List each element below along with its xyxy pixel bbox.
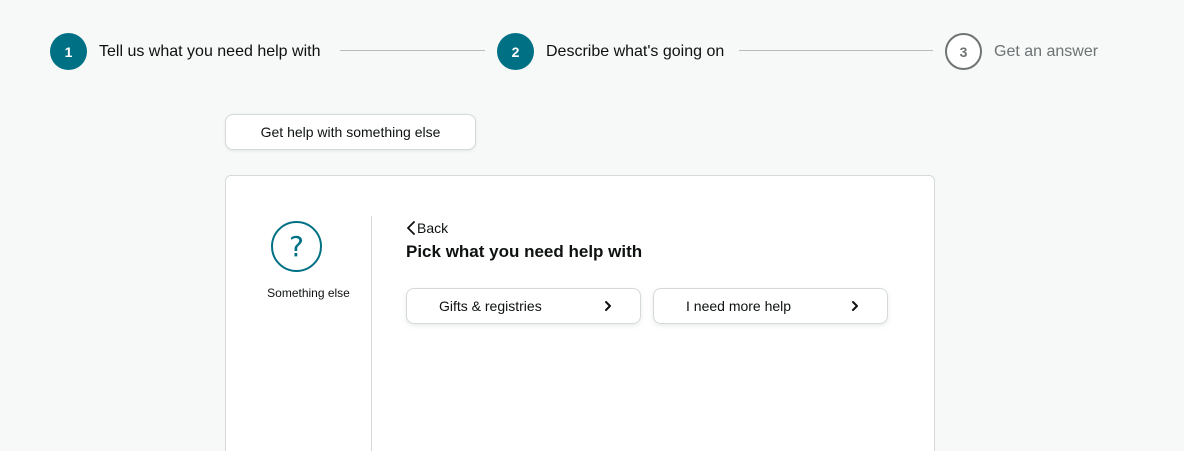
- step-3-number: 3: [945, 33, 982, 70]
- option-label: Gifts & registries: [439, 298, 542, 314]
- step-2: 2 Describe what's going on: [497, 33, 724, 70]
- question-mark-icon: ?: [271, 221, 322, 272]
- back-link[interactable]: Back: [406, 220, 448, 236]
- get-help-something-else-button[interactable]: Get help with something else: [225, 114, 476, 150]
- step-2-label: Describe what's going on: [546, 42, 725, 60]
- step-1-number: 1: [50, 33, 87, 70]
- step-1: 1 Tell us what you need help with: [50, 33, 320, 70]
- card-title: Pick what you need help with: [406, 242, 643, 261]
- step-3: 3 Get an answer: [945, 33, 1098, 70]
- option-label: I need more help: [686, 298, 792, 314]
- step-1-label: Tell us what you need help with: [99, 42, 321, 60]
- step-connector-1: [340, 50, 485, 51]
- step-connector-2: [739, 50, 933, 51]
- chevron-right-icon: [605, 301, 611, 311]
- step-3-label: Get an answer: [994, 42, 1099, 60]
- option-gifts-registries-button[interactable]: Gifts & registries: [406, 288, 641, 324]
- back-label: Back: [417, 220, 449, 236]
- chevron-left-icon: [407, 221, 415, 235]
- chevron-right-icon: [852, 301, 858, 311]
- step-2-number: 2: [497, 33, 534, 70]
- topic-label: Something else: [267, 286, 350, 300]
- page: 1 Tell us what you need help with 2 Desc…: [0, 0, 1184, 451]
- help-topic-card: ? Something else Back Pick what you need…: [225, 175, 935, 451]
- card-divider: [371, 216, 372, 451]
- option-need-more-help-button[interactable]: I need more help: [653, 288, 888, 324]
